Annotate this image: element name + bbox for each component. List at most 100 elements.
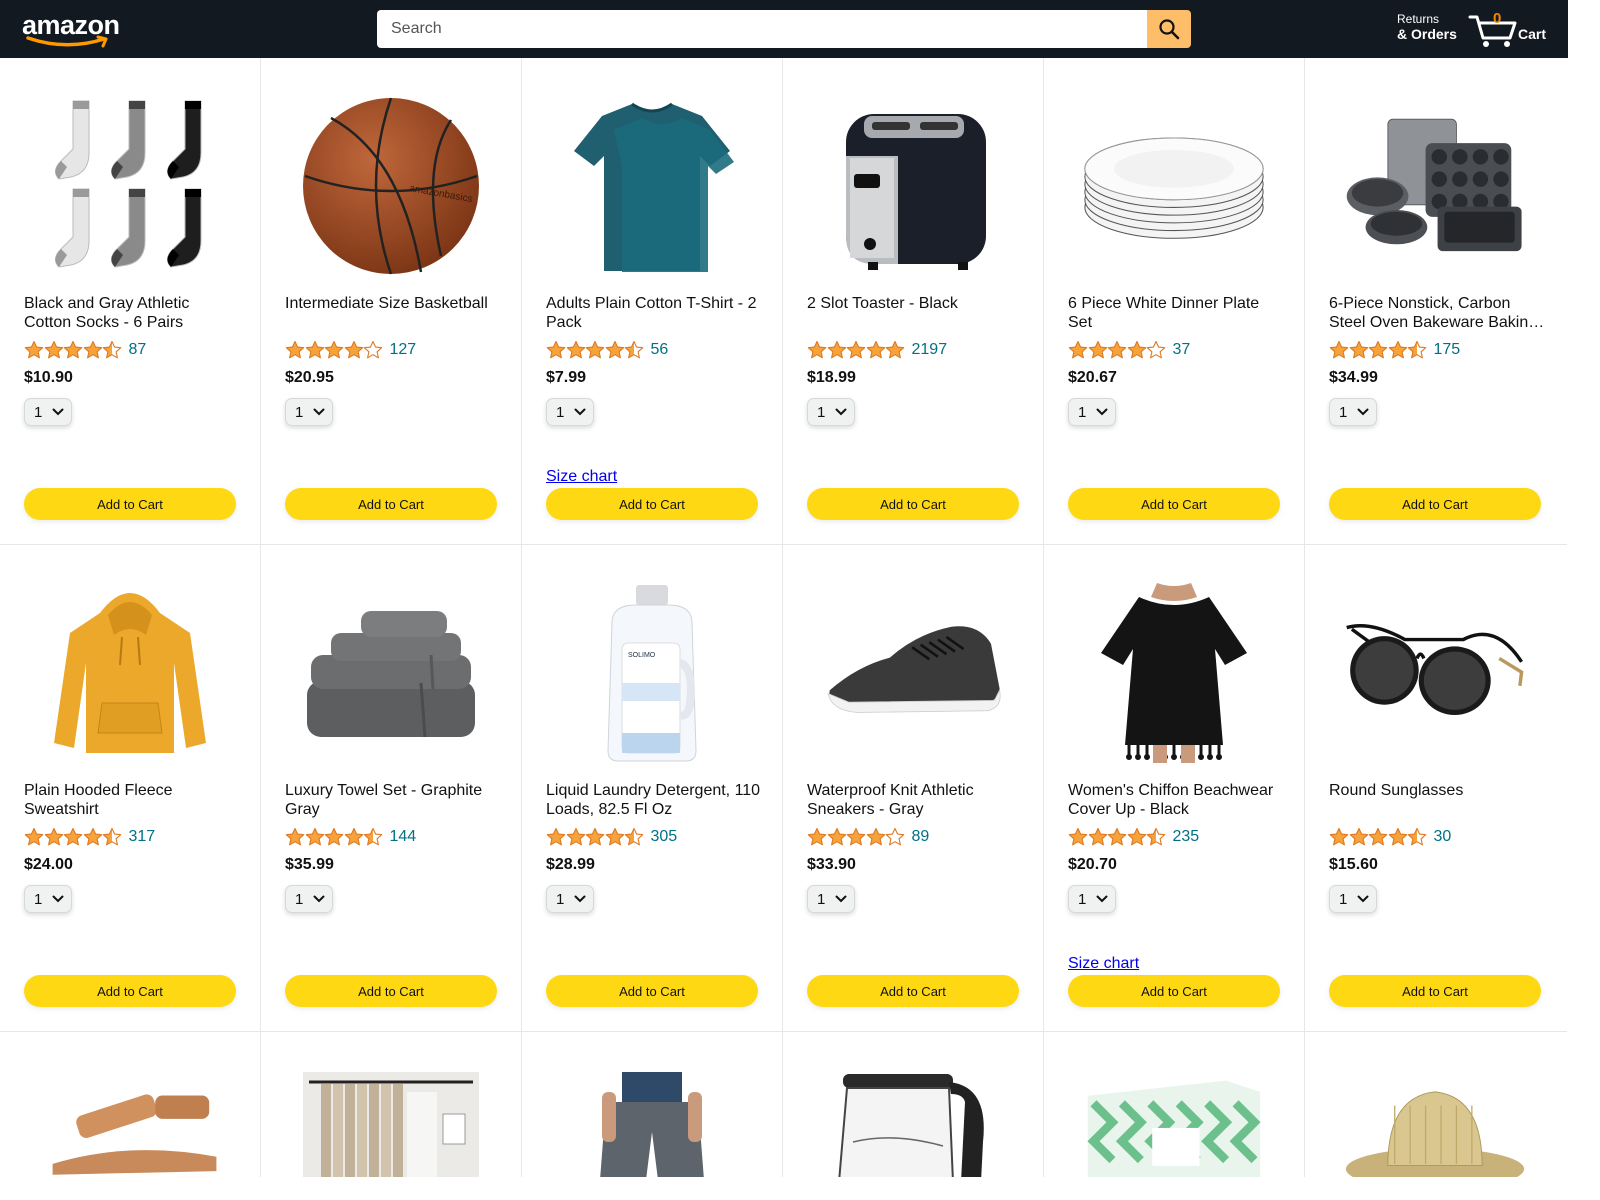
review-count-link[interactable]: 175 [1434, 341, 1461, 359]
product-name[interactable]: 6 Piece White Dinner Plate Set [1068, 294, 1284, 332]
search-button[interactable] [1147, 10, 1191, 48]
add-to-cart-button[interactable]: Add to Cart [24, 488, 236, 520]
toaster-image[interactable] [823, 96, 1003, 276]
star-icon [24, 827, 44, 846]
add-to-cart-button[interactable]: Add to Cart [1329, 488, 1541, 520]
chevron-down-icon [313, 895, 325, 903]
add-to-cart-button[interactable]: Add to Cart [546, 975, 758, 1007]
review-count-link[interactable]: 2197 [912, 341, 948, 359]
chevron-down-icon [1357, 408, 1369, 416]
star-icon [585, 827, 605, 846]
product-name[interactable]: Luxury Towel Set - Graphite Gray [285, 781, 501, 819]
star-icon [624, 827, 644, 846]
chevron-down-icon [1096, 408, 1108, 416]
add-to-cart-button[interactable]: Add to Cart [807, 975, 1019, 1007]
star-icon [1146, 340, 1166, 359]
star-icon [846, 827, 866, 846]
cart-link[interactable]: 0 Cart [1468, 10, 1558, 50]
search-input[interactable] [377, 10, 1147, 48]
review-count-link[interactable]: 30 [1434, 828, 1452, 846]
quantity-select[interactable]: 1 [24, 398, 72, 426]
star-icon [24, 340, 44, 359]
curtains-image[interactable] [301, 1072, 481, 1177]
add-to-cart-button[interactable]: Add to Cart [1068, 488, 1280, 520]
star-icon [566, 340, 585, 359]
add-to-cart-button[interactable]: Add to Cart [807, 488, 1019, 520]
returns-label: Returns [1397, 12, 1440, 26]
product-name[interactable]: 6-Piece Nonstick, Carbon Steel Oven Bake… [1329, 294, 1545, 332]
product-rating: 2197 [807, 339, 947, 361]
star-icon [1349, 340, 1368, 359]
product-name[interactable]: Liquid Laundry Detergent, 110 Loads, 82.… [546, 781, 762, 819]
quantity-select[interactable]: 1 [546, 885, 594, 913]
size-chart-link[interactable]: Size chart [1068, 955, 1139, 973]
star-icon [344, 340, 363, 359]
star-icon [83, 827, 102, 846]
quantity-select[interactable]: 1 [1068, 885, 1116, 913]
product-name[interactable]: Plain Hooded Fleece Sweatshirt [24, 781, 240, 819]
star-icon [1127, 340, 1146, 359]
review-count-link[interactable]: 235 [1173, 828, 1200, 846]
add-to-cart-button[interactable]: Add to Cart [546, 488, 758, 520]
product-name[interactable]: Women's Chiffon Beachwear Cover Up - Bla… [1068, 781, 1284, 819]
star-icon [1088, 827, 1107, 846]
review-count-link[interactable]: 305 [651, 828, 678, 846]
review-count-link[interactable]: 144 [390, 828, 417, 846]
add-to-cart-button[interactable]: Add to Cart [285, 488, 497, 520]
quantity-select[interactable]: 1 [1068, 398, 1116, 426]
orders-label: & Orders [1397, 26, 1457, 42]
quantity-select[interactable]: 1 [1329, 885, 1377, 913]
returns-orders-link[interactable]: Returns & Orders [1397, 12, 1457, 42]
product-name[interactable]: Round Sunglasses [1329, 781, 1545, 800]
sheets-image[interactable] [1084, 1072, 1264, 1177]
quantity-select[interactable]: 1 [285, 885, 333, 913]
quantity-select[interactable]: 1 [807, 885, 855, 913]
review-count-link[interactable]: 87 [129, 341, 147, 359]
add-to-cart-button[interactable]: Add to Cart [285, 975, 497, 1007]
product-card: SOLIMO Liquid Laundry Detergent, 110 Loa… [522, 545, 783, 1032]
socks-image[interactable] [40, 96, 220, 276]
coverup-image[interactable] [1084, 583, 1264, 763]
add-to-cart-button[interactable]: Add to Cart [1068, 975, 1280, 1007]
sneaker-image[interactable] [823, 583, 1003, 763]
review-count-link[interactable]: 127 [390, 341, 417, 359]
add-to-cart-button[interactable]: Add to Cart [24, 975, 236, 1007]
product-name[interactable]: 2 Slot Toaster - Black [807, 294, 1023, 313]
quantity-select[interactable]: 1 [546, 398, 594, 426]
product-name[interactable]: Intermediate Size Basketball [285, 294, 501, 313]
product-card: Women's Chiffon Beachwear Cover Up - Bla… [1044, 545, 1305, 1032]
add-to-cart-button[interactable]: Add to Cart [1329, 975, 1541, 1007]
product-name[interactable]: Adults Plain Cotton T-Shirt - 2 Pack [546, 294, 762, 332]
review-count-link[interactable]: 317 [129, 828, 156, 846]
straw-hat-image[interactable] [1345, 1072, 1525, 1177]
hoodie-image[interactable] [40, 583, 220, 763]
product-name[interactable]: Black and Gray Athletic Cotton Socks - 6… [24, 294, 240, 332]
basketball-image[interactable]: amazonbasics [301, 96, 481, 276]
amazon-logo[interactable]: amazon [22, 8, 122, 48]
svg-text:SOLIMO: SOLIMO [628, 652, 656, 659]
review-count-link[interactable]: 89 [912, 828, 930, 846]
product-rating: 37 [1068, 339, 1190, 361]
product-card [1305, 1032, 1567, 1177]
kettle-image[interactable] [823, 1072, 1003, 1177]
quantity-select[interactable]: 1 [24, 885, 72, 913]
quantity-select[interactable]: 1 [1329, 398, 1377, 426]
star-icon [44, 827, 63, 846]
review-count-link[interactable]: 37 [1173, 341, 1191, 359]
review-count-link[interactable]: 56 [651, 341, 669, 359]
plates-image[interactable] [1084, 96, 1264, 276]
quantity-select[interactable]: 1 [807, 398, 855, 426]
detergent-image[interactable]: SOLIMO [562, 583, 742, 763]
product-name[interactable]: Waterproof Knit Athletic Sneakers - Gray [807, 781, 1023, 819]
rating-stars [807, 340, 905, 360]
star-icon [1146, 827, 1166, 846]
size-chart-link[interactable]: Size chart [546, 468, 617, 486]
quantity-select[interactable]: 1 [285, 398, 333, 426]
tshirt-image[interactable] [562, 96, 742, 276]
sunglasses-image[interactable] [1345, 583, 1525, 763]
shorts-image[interactable] [562, 1072, 742, 1177]
bakeware-image[interactable] [1345, 96, 1525, 276]
product-price: $15.60 [1329, 856, 1378, 873]
towels-image[interactable] [301, 583, 481, 763]
sandals-image[interactable] [40, 1072, 220, 1177]
